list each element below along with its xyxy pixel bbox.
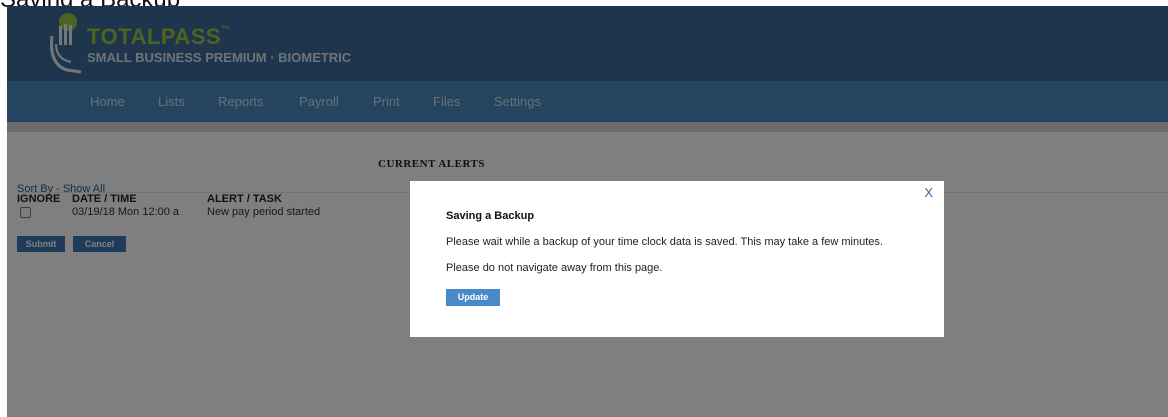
dialog-title: Saving a Backup: [446, 210, 535, 222]
dialog-message: Please wait while a backup of your time …: [446, 236, 883, 248]
saving-backup-dialog: X Saving a Backup Please wait while a ba…: [410, 181, 944, 337]
app-window: TOTALPASS™ SMALL BUSINESS PREMIUM · BIOM…: [7, 6, 1168, 417]
dialog-warning: Please do not navigate away from this pa…: [446, 262, 663, 274]
update-button[interactable]: Update: [446, 289, 500, 306]
close-icon[interactable]: X: [924, 185, 933, 200]
